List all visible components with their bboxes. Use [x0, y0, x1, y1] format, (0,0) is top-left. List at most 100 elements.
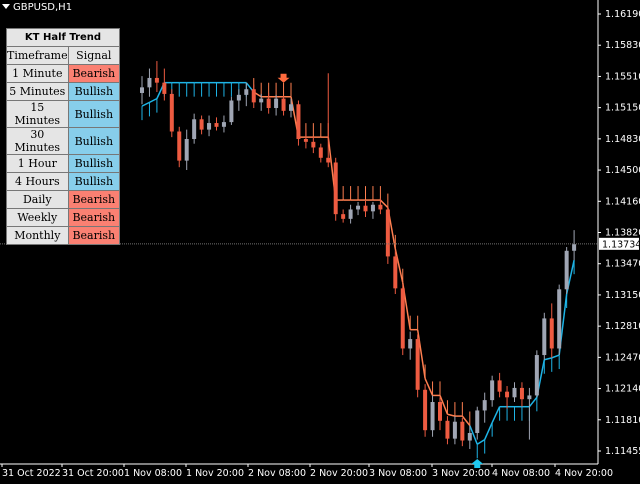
- timeframe-cell: 1 Hour: [6, 154, 69, 173]
- bearish-signal-cell: Bearish: [67, 208, 121, 227]
- timeframe-cell: 5 Minutes: [6, 82, 69, 101]
- bear-candle: [460, 421, 465, 441]
- bear-candle: [378, 204, 383, 210]
- symbol-name: GBPUSD,H1: [13, 2, 73, 13]
- bear-candle: [333, 162, 338, 215]
- panel-row: 4 Hours Bullish: [6, 172, 121, 191]
- bear-candle: [214, 123, 219, 127]
- price-axis-label: 1.15150: [605, 103, 640, 114]
- bull-candle: [192, 119, 197, 140]
- bull-candle: [467, 433, 472, 441]
- bear-candle: [177, 131, 182, 161]
- bear-candle: [341, 214, 346, 219]
- timeframe-column-header: Timeframe: [6, 46, 69, 65]
- panel-row: 15 Minutes Bullish: [6, 100, 121, 128]
- bearish-signal-cell: Bearish: [67, 226, 121, 245]
- price-axis-label: 1.13150: [605, 290, 640, 301]
- bull-candle: [527, 395, 532, 400]
- panel-row: 1 Hour Bullish: [6, 154, 121, 173]
- bullish-signal-cell: Bullish: [67, 82, 121, 101]
- bear-candle: [423, 389, 428, 431]
- trend-line-segment: [551, 354, 560, 359]
- trend-line-segment: [476, 438, 486, 445]
- price-axis-label: 1.12810: [605, 321, 640, 332]
- price-axis-label: 1.13820: [605, 228, 640, 239]
- kt-half-trend-panel: KT Half Trend Timeframe Signal 1 Minute B…: [6, 28, 121, 245]
- bear-candle: [266, 98, 271, 109]
- time-axis-label: 4 Nov 20:00: [555, 468, 613, 479]
- bull-candle: [482, 400, 487, 411]
- timeframe-cell: 15 Minutes: [6, 100, 69, 128]
- bull-candle: [184, 139, 189, 161]
- bull-candle: [408, 339, 413, 349]
- price-axis-label: 1.14160: [605, 196, 640, 207]
- bear-candle: [393, 256, 398, 289]
- price-axis-label: 1.12140: [605, 384, 640, 395]
- price-axis-label: 1.11810: [605, 415, 640, 426]
- bull-candle: [236, 94, 241, 101]
- timeframe-cell: Monthly: [6, 226, 69, 245]
- bull-candle: [490, 380, 495, 401]
- bear-candle: [438, 402, 442, 421]
- symbol-label[interactable]: GBPUSD,H1: [2, 2, 72, 13]
- panel-row: 5 Minutes Bullish: [6, 82, 121, 101]
- price-axis-label: 1.15830: [605, 40, 640, 51]
- bull-candle: [259, 98, 264, 103]
- bull-candle: [274, 98, 279, 109]
- bullish-signal-cell: Bullish: [67, 127, 121, 155]
- bear-candle: [251, 89, 256, 103]
- bull-candle: [147, 77, 152, 88]
- dropdown-triangle-icon[interactable]: [2, 4, 10, 9]
- bear-candle: [519, 387, 524, 400]
- price-axis-label: 1.12470: [605, 352, 640, 363]
- bull-candle: [430, 402, 435, 431]
- panel-title: KT Half Trend: [6, 28, 120, 47]
- bear-candle: [445, 420, 450, 439]
- time-axis-label: 4 Nov 08:00: [492, 468, 550, 479]
- bearish-signal-cell: Bearish: [67, 64, 121, 83]
- bear-candle: [497, 380, 502, 392]
- price-axis-label: 1.15510: [605, 71, 640, 82]
- panel-row: Monthly Bearish: [6, 226, 121, 245]
- bull-candle: [452, 421, 457, 439]
- bull-candle: [572, 244, 577, 251]
- time-axis-label: 3 Nov 08:00: [369, 468, 427, 479]
- trend-line-segment: [447, 413, 456, 417]
- time-axis-label: 2 Nov 20:00: [310, 468, 368, 479]
- current-price-label: 1.13734: [602, 239, 640, 250]
- bear-candle: [385, 209, 390, 257]
- bull-candle: [140, 87, 144, 93]
- bullish-signal-cell: Bullish: [67, 154, 121, 173]
- bull-candle: [564, 250, 569, 290]
- bull-candle: [512, 387, 517, 398]
- trend-line-segment: [149, 97, 158, 104]
- timeframe-cell: 4 Hours: [6, 172, 69, 191]
- bullish-signal-cell: Bullish: [67, 100, 121, 128]
- bull-candle: [534, 355, 539, 396]
- time-axis-label: 2 Nov 08:00: [248, 468, 306, 479]
- bear-candle: [311, 141, 316, 148]
- panel-row: Daily Bearish: [6, 190, 121, 209]
- sell-down-arrow-icon: [277, 73, 290, 83]
- bearish-signal-cell: Bearish: [67, 190, 121, 209]
- bull-candle: [289, 104, 293, 111]
- time-axis-label: 1 Nov 08:00: [124, 468, 182, 479]
- bear-candle: [303, 139, 308, 142]
- bull-candle: [207, 123, 212, 130]
- panel-rows: 1 Minute Bearish 5 Minutes Bullish 15 Minute…: [6, 64, 121, 245]
- price-axis-label: 1.13470: [605, 259, 640, 270]
- signal-column-header: Signal: [67, 46, 121, 65]
- bullish-signal-cell: Bullish: [67, 172, 121, 191]
- price-axis-label: 1.14500: [605, 165, 640, 176]
- timeframe-cell: 1 Minute: [6, 64, 69, 83]
- bear-candle: [326, 157, 331, 163]
- price-axis-label: 1.11455: [605, 446, 640, 457]
- bear-candle: [154, 77, 159, 83]
- bull-candle: [542, 318, 547, 356]
- buy-up-arrow-icon: [471, 459, 484, 468]
- bull-candle: [475, 410, 480, 434]
- price-axis-label: 1.14830: [605, 134, 640, 145]
- timeframe-cell: Weekly: [6, 208, 69, 227]
- bull-candle: [229, 100, 234, 123]
- bear-candle: [162, 82, 167, 94]
